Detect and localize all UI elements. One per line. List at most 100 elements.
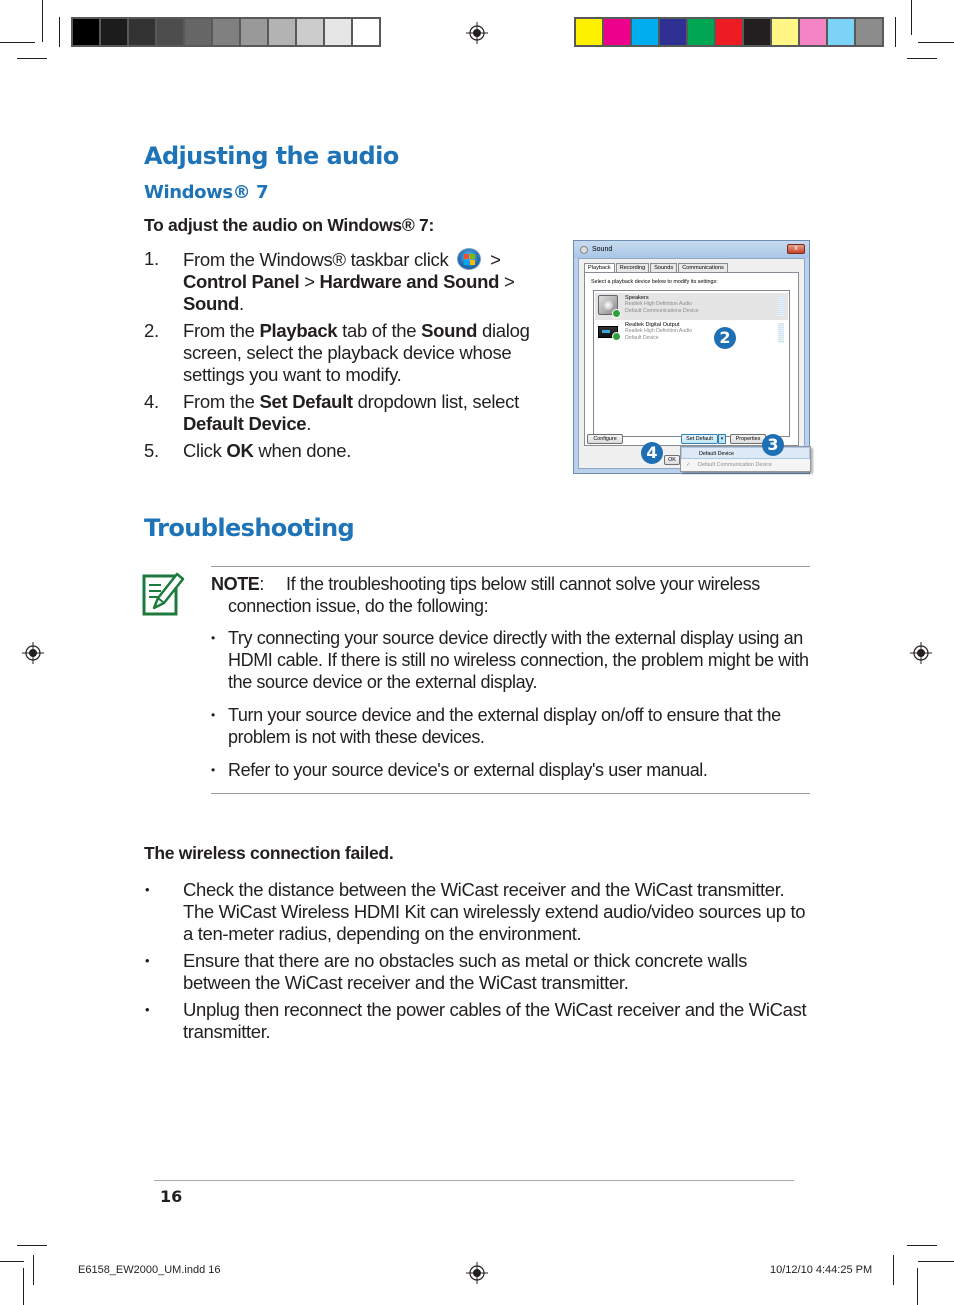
device-status: Default Communications Device xyxy=(625,307,699,314)
tip-text: Refer to your source device's or externa… xyxy=(228,760,708,780)
crop-mark xyxy=(17,58,47,59)
check-icon: ✓ xyxy=(686,462,691,468)
bullet-icon: • xyxy=(145,882,150,897)
subsection-title-windows7: Windows® 7 xyxy=(144,182,269,203)
menu-item-label: Default Device xyxy=(699,451,735,457)
gray-swatch xyxy=(157,19,183,45)
procedure-step: 2. From the Playback tab of the Sound dia… xyxy=(144,320,564,386)
color-swatch xyxy=(828,19,854,45)
solution-text: Ensure that there are no obstacles such … xyxy=(183,950,748,993)
gray-swatch xyxy=(185,19,211,45)
note-bottom-divider xyxy=(211,793,810,794)
set-default-button[interactable]: Set Default xyxy=(681,434,718,444)
grayscale-color-bar xyxy=(71,17,381,47)
tip-text: Turn your source device and the external… xyxy=(228,705,781,747)
section-title-troubleshooting: Troubleshooting xyxy=(144,514,355,542)
speaker-device-icon xyxy=(598,295,621,318)
device-driver: Realtek High Definition Audio xyxy=(625,301,693,307)
configure-button[interactable]: Configure xyxy=(587,434,623,444)
device-status: Default Device xyxy=(625,334,659,341)
note-box: NOTE: If the troubleshooting tips below s… xyxy=(211,573,816,792)
crop-mark xyxy=(917,1268,918,1305)
gray-swatch xyxy=(213,19,239,45)
note-text: If the troubleshooting tips below still … xyxy=(228,574,760,616)
color-swatch xyxy=(772,19,798,45)
crop-mark xyxy=(918,1261,954,1262)
device-item-speakers[interactable]: Speakers Realtek High Definition Audio D… xyxy=(595,293,788,320)
device-item-digital-output[interactable]: Realtek Digital Output Realtek High Defi… xyxy=(595,320,788,347)
step-number: 2. xyxy=(144,320,159,341)
note-top-divider xyxy=(211,566,810,567)
slug-timestamp: 10/12/10 4:44:25 PM xyxy=(770,1264,873,1276)
note-colon: : xyxy=(259,574,265,594)
volume-meter xyxy=(778,296,784,316)
volume-meter xyxy=(778,323,784,343)
gray-swatch xyxy=(241,19,267,45)
color-swatch xyxy=(576,19,602,45)
crop-mark xyxy=(893,1255,894,1285)
ui-term: Set Default xyxy=(259,391,353,412)
solution-item: • Ensure that there are no obstacles such… xyxy=(144,950,809,994)
procedure-steps: 1. From the Windows® taskbar click > Cont… xyxy=(144,248,564,467)
crop-mark xyxy=(59,17,60,47)
footer-divider xyxy=(154,1180,794,1181)
phone-badge-icon xyxy=(612,309,621,318)
digital-output-device-icon xyxy=(598,326,621,341)
crop-mark xyxy=(23,1268,24,1305)
step-number: 1. xyxy=(144,248,159,269)
menu-item-default-device[interactable]: Default Device xyxy=(681,447,810,459)
ui-term: Default Device xyxy=(183,413,307,434)
ui-term: Sound xyxy=(421,320,478,341)
dialog-titlebar: Sound xyxy=(574,241,809,258)
gray-swatch xyxy=(297,19,323,45)
menu-item-label: Default Communication Device xyxy=(698,462,773,468)
section-title-adjusting-audio: Adjusting the audio xyxy=(144,142,399,170)
crop-mark xyxy=(911,0,912,35)
note-tip: • Turn your source device and the externa… xyxy=(211,704,816,748)
gray-swatch xyxy=(269,19,295,45)
registration-mark-icon xyxy=(466,1262,488,1284)
menu-item-default-communication-device[interactable]: ✓ Default Communication Device xyxy=(681,459,810,471)
ok-button[interactable]: OK xyxy=(664,455,680,465)
crop-mark xyxy=(918,42,954,43)
note-pencil-icon xyxy=(142,572,185,616)
note-tips: • Try connecting your source device direc… xyxy=(211,627,816,781)
registration-mark-icon xyxy=(22,642,44,664)
bullet-icon: • xyxy=(145,953,150,968)
step-text: From the Set Default dropdown list, sele… xyxy=(183,391,519,434)
bullet-icon: • xyxy=(211,763,215,777)
color-swatch xyxy=(688,19,714,45)
close-button[interactable]: x xyxy=(787,244,805,254)
crop-mark xyxy=(42,0,43,42)
step-number: 5. xyxy=(144,440,159,461)
instruction-text: Select a playback device below to modify… xyxy=(591,279,718,285)
problem-heading: The wireless connection failed. xyxy=(144,843,394,863)
windows-start-orb-icon xyxy=(457,248,482,270)
step-text: From the Playback tab of the Sound dialo… xyxy=(183,320,530,385)
procedure-step: 5. Click OK when done. xyxy=(144,440,564,462)
ui-term: Sound xyxy=(183,293,240,314)
crop-mark xyxy=(895,17,896,47)
device-driver: Realtek High Definition Audio xyxy=(625,328,693,334)
step-text: From the Windows® taskbar click > Contro… xyxy=(183,248,515,314)
crop-mark xyxy=(907,58,937,59)
gray-swatch xyxy=(73,19,99,45)
set-default-dropdown-menu: Default Device ✓ Default Communication De… xyxy=(680,446,811,472)
ui-term: OK xyxy=(226,440,254,461)
gray-swatch xyxy=(353,19,379,45)
crop-mark xyxy=(33,1255,34,1285)
procedure-step: 1. From the Windows® taskbar click > Cont… xyxy=(144,248,564,315)
cmyk-color-bar xyxy=(574,17,884,47)
gray-swatch xyxy=(129,19,155,45)
step-number: 4. xyxy=(144,391,159,412)
callout-badge-3: 3 xyxy=(762,434,784,456)
note-label: NOTE xyxy=(211,574,260,594)
dialog-title: Sound xyxy=(592,246,613,253)
checkmark-badge-icon xyxy=(612,332,621,341)
ui-term: Hardware and Sound xyxy=(319,271,500,292)
bullet-icon: • xyxy=(211,708,215,722)
properties-button[interactable]: Properties xyxy=(730,434,766,444)
bullet-icon: • xyxy=(145,1002,150,1017)
set-default-dropdown-arrow-icon[interactable]: ▾ xyxy=(718,434,726,444)
color-swatch xyxy=(716,19,742,45)
